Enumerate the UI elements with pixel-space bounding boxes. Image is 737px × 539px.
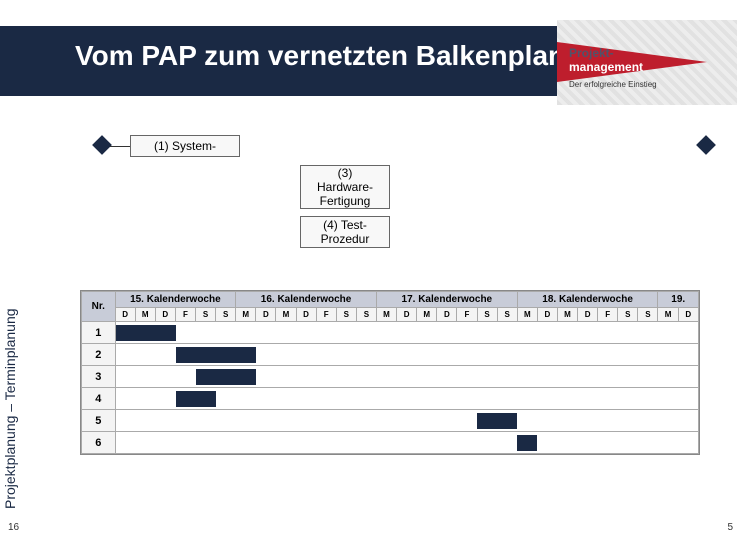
gantt-track <box>115 366 698 388</box>
day-header: M <box>517 308 537 322</box>
connector-line <box>110 146 130 147</box>
week-header: 19. <box>658 292 699 308</box>
gantt-row: 4 <box>82 388 699 410</box>
week-header: 16. Kalenderwoche <box>236 292 377 308</box>
week-header: 18. Kalenderwoche <box>517 292 658 308</box>
sidebar-label: Projektplanung – Terminplanung <box>2 308 18 509</box>
day-header: M <box>658 308 678 322</box>
gantt-row: 5 <box>82 410 699 432</box>
day-header: S <box>497 308 517 322</box>
node-label: Fertigung <box>320 194 371 208</box>
logo-line2: management <box>569 60 643 74</box>
day-header: S <box>477 308 497 322</box>
day-header: S <box>216 308 236 322</box>
node-label: Prozedur <box>321 232 370 246</box>
col-nr: Nr. <box>82 292 116 322</box>
gantt-bar <box>477 413 517 429</box>
day-header: S <box>356 308 376 322</box>
node-label: (1) System- <box>154 139 216 153</box>
day-header: D <box>537 308 557 322</box>
diamond-icon <box>92 135 112 155</box>
gantt-bar <box>517 435 537 451</box>
node-hardware-fertigung: (3) Hardware- Fertigung <box>300 165 390 209</box>
day-header: F <box>598 308 618 322</box>
day-header: S <box>195 308 215 322</box>
day-header: S <box>618 308 638 322</box>
day-header: D <box>256 308 276 322</box>
node-system: (1) System- <box>130 135 240 157</box>
day-header: D <box>678 308 698 322</box>
gantt-track <box>115 322 698 344</box>
gantt-bar <box>196 369 256 385</box>
day-header: F <box>316 308 336 322</box>
gantt-row: 2 <box>82 344 699 366</box>
row-nr: 3 <box>82 366 116 388</box>
day-header: D <box>437 308 457 322</box>
gantt-table: Nr. 15. Kalenderwoche 16. Kalenderwoche … <box>81 291 699 454</box>
row-nr: 4 <box>82 388 116 410</box>
left-sidebar: Projektplanung – Terminplanung <box>0 96 40 539</box>
node-label: (4) Test- <box>323 218 367 232</box>
logo-line1: Projekt- <box>569 46 614 60</box>
row-nr: 2 <box>82 344 116 366</box>
gantt-bar <box>176 347 256 363</box>
day-header: M <box>417 308 437 322</box>
day-header: M <box>236 308 256 322</box>
gantt-track <box>115 388 698 410</box>
day-header: M <box>135 308 155 322</box>
logo-subtitle: Der erfolgreiche Einstieg <box>569 80 657 89</box>
day-header: D <box>296 308 316 322</box>
day-header: M <box>557 308 577 322</box>
week-header: 15. Kalenderwoche <box>115 292 236 308</box>
row-nr: 1 <box>82 322 116 344</box>
day-header: M <box>276 308 296 322</box>
row-nr: 5 <box>82 410 116 432</box>
day-header: F <box>175 308 195 322</box>
diamond-icon <box>696 135 716 155</box>
node-label: (3) <box>338 166 353 180</box>
row-nr: 6 <box>82 432 116 454</box>
node-test-prozedur: (4) Test- Prozedur <box>300 216 390 248</box>
gantt-track <box>115 410 698 432</box>
logo-block: Projekt- management Der erfolgreiche Ein… <box>557 20 737 105</box>
gantt-row: 6 <box>82 432 699 454</box>
page-title: Vom PAP zum vernetzten Balkenplan <box>75 40 565 72</box>
day-header: D <box>578 308 598 322</box>
page-corner: 5 <box>727 522 733 533</box>
day-header: S <box>336 308 356 322</box>
gantt-bar <box>176 391 216 407</box>
day-header: F <box>457 308 477 322</box>
gantt-chart: Nr. 15. Kalenderwoche 16. Kalenderwoche … <box>80 290 700 455</box>
day-header: D <box>397 308 417 322</box>
week-header: 17. Kalenderwoche <box>376 292 517 308</box>
gantt-track <box>115 432 698 454</box>
gantt-row: 1 <box>82 322 699 344</box>
day-header: M <box>376 308 396 322</box>
day-header: D <box>155 308 175 322</box>
node-label: Hardware- <box>317 180 373 194</box>
gantt-track <box>115 344 698 366</box>
page-number: 16 <box>8 522 19 533</box>
day-header: D <box>115 308 135 322</box>
gantt-bar <box>116 325 176 341</box>
day-header: S <box>638 308 658 322</box>
gantt-row: 3 <box>82 366 699 388</box>
